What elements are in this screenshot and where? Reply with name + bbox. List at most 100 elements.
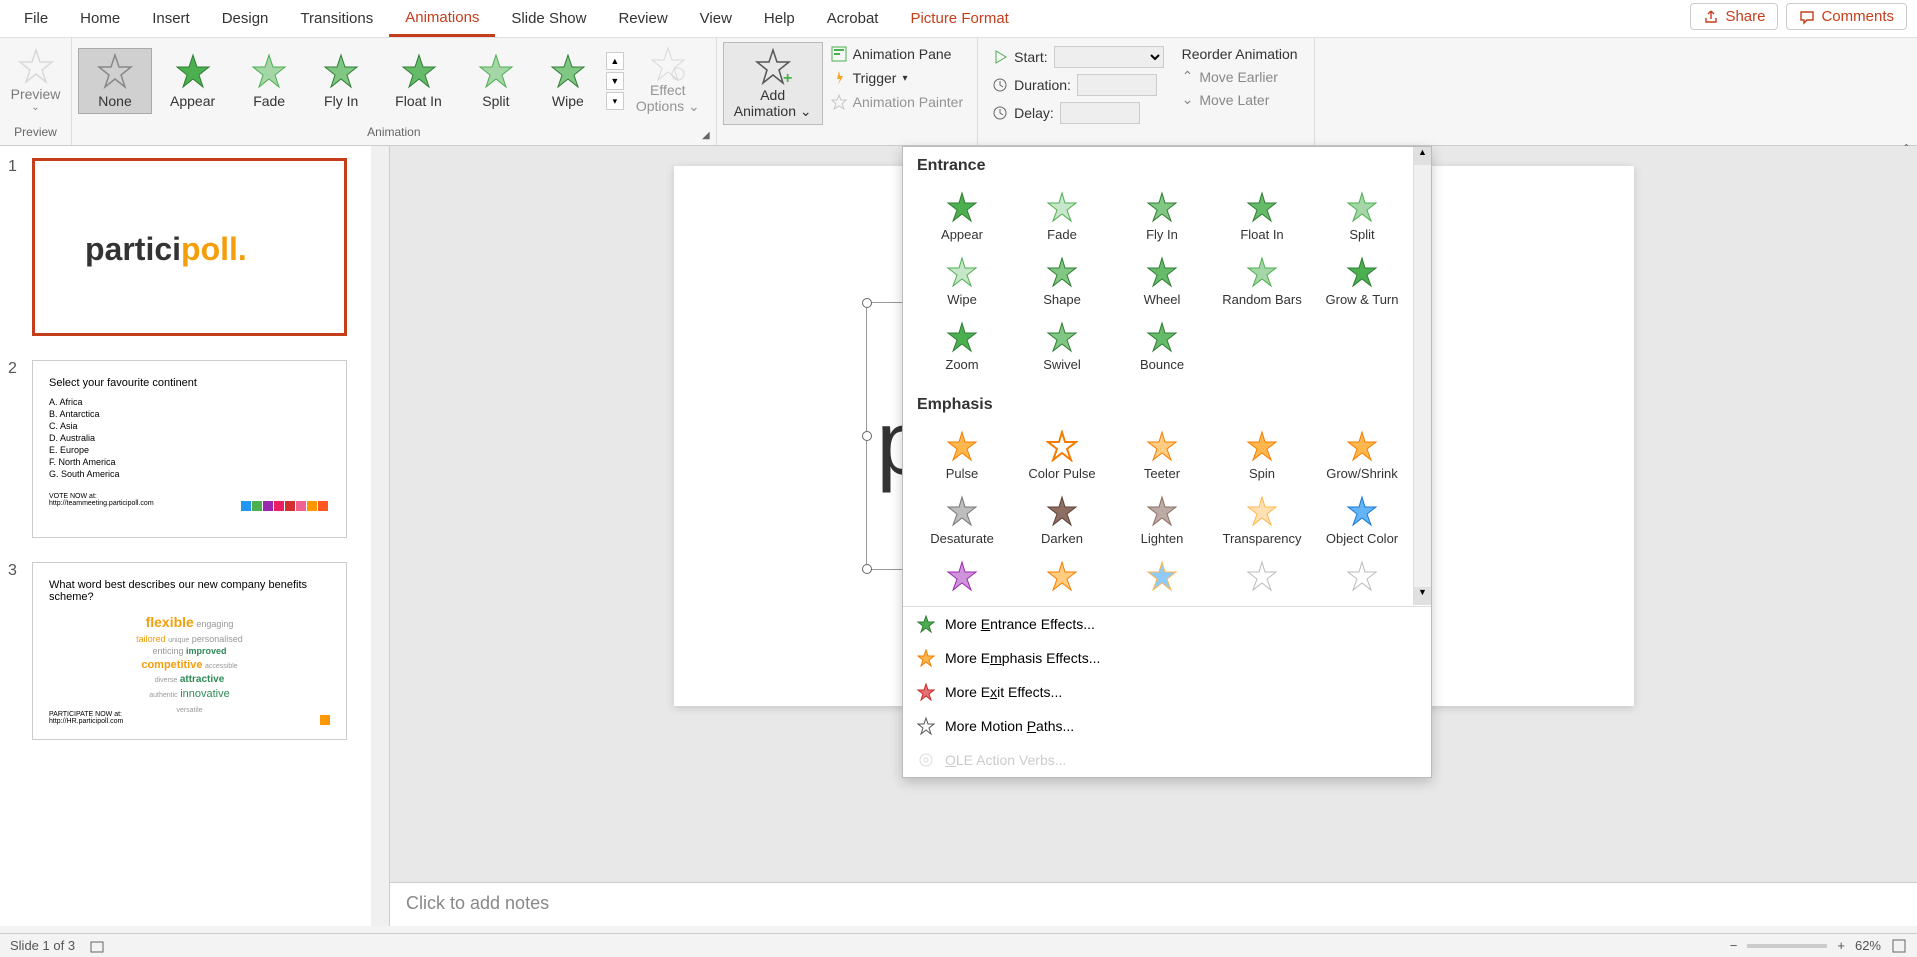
status-bar: Slide 1 of 3 − + 62% <box>0 933 1917 957</box>
tab-transitions[interactable]: Transitions <box>284 2 389 35</box>
ole-action-verbs: OLE Action Verbs... <box>903 743 1431 777</box>
emphasis-growshrink[interactable]: Grow/Shrink <box>1313 424 1411 487</box>
entrance-bounce[interactable]: Bounce <box>1113 315 1211 378</box>
slide-thumb-2[interactable]: 2 Select your favourite continent A. Afr… <box>0 348 389 550</box>
painter-icon <box>831 94 847 110</box>
start-select[interactable] <box>1054 46 1164 68</box>
entrance-wipe[interactable]: Wipe <box>913 250 1011 313</box>
group-label-preview: Preview <box>6 123 65 141</box>
zoom-level[interactable]: 62% <box>1855 938 1881 953</box>
emphasis-spin[interactable]: Spin <box>1213 424 1311 487</box>
animation-pane-button[interactable]: Animation Pane <box>831 46 964 62</box>
animation-appear[interactable]: Appear <box>152 49 233 113</box>
emphasis-row3-1[interactable] <box>913 554 1011 598</box>
tab-home[interactable]: Home <box>64 2 136 35</box>
move-later-button[interactable]: ⌄Move Later <box>1182 91 1298 108</box>
more-emphasis-effects[interactable]: More Emphasis Effects... <box>903 641 1431 675</box>
gallery-down-button[interactable]: ▼ <box>606 72 624 90</box>
emphasis-teeter[interactable]: Teeter <box>1113 424 1211 487</box>
resize-handle[interactable] <box>862 298 872 308</box>
entrance-growturn[interactable]: Grow & Turn <box>1313 250 1411 313</box>
entrance-section-title: Entrance <box>903 147 1431 181</box>
emphasis-row3-5[interactable] <box>1313 554 1411 598</box>
tab-file[interactable]: File <box>8 2 64 35</box>
emphasis-desaturate[interactable]: Desaturate <box>913 489 1011 552</box>
add-animation-button[interactable]: + Add Animation ⌄ <box>723 42 823 125</box>
svg-text:+: + <box>783 70 792 87</box>
emphasis-transparency[interactable]: Transparency <box>1213 489 1311 552</box>
trigger-icon <box>831 70 847 86</box>
delay-input[interactable] <box>1060 102 1140 124</box>
emphasis-row3-2[interactable] <box>1013 554 1111 598</box>
gallery-more-button[interactable]: ▾ <box>606 92 624 110</box>
entrance-wheel[interactable]: Wheel <box>1113 250 1211 313</box>
preview-button[interactable]: Preview ⌄ <box>6 42 65 117</box>
fit-icon[interactable] <box>1891 938 1907 954</box>
thumbnail-scrollbar[interactable] <box>371 146 389 926</box>
accessibility-icon[interactable] <box>89 938 105 954</box>
entrance-icon <box>917 615 935 633</box>
slide-thumb-1[interactable]: 1 participoll. <box>0 146 389 348</box>
more-entrance-effects[interactable]: More Entrance Effects... <box>903 607 1431 641</box>
animation-fade[interactable]: Fade <box>233 49 305 113</box>
tab-slideshow[interactable]: Slide Show <box>495 2 602 35</box>
tab-help[interactable]: Help <box>748 2 811 35</box>
tab-review[interactable]: Review <box>602 2 683 35</box>
tab-view[interactable]: View <box>684 2 748 35</box>
move-earlier-button[interactable]: ⌃Move Earlier <box>1182 68 1298 85</box>
slide-thumbnail-panel: 1 participoll. 2 Select your favourite c… <box>0 146 390 926</box>
entrance-appear[interactable]: Appear <box>913 185 1011 248</box>
tab-acrobat[interactable]: Acrobat <box>811 2 895 35</box>
notes-pane[interactable]: Click to add notes <box>390 882 1917 926</box>
emphasis-darken[interactable]: Darken <box>1013 489 1111 552</box>
comments-button[interactable]: Comments <box>1786 3 1907 30</box>
emphasis-row3-3[interactable] <box>1113 554 1211 598</box>
zoom-plus[interactable]: + <box>1837 938 1845 953</box>
animation-painter-button[interactable]: Animation Painter <box>831 94 964 110</box>
emphasis-icon <box>917 649 935 667</box>
scroll-up-button[interactable]: ▲ <box>1414 147 1431 165</box>
caret-up-icon: ⌃ <box>1182 68 1194 85</box>
entrance-shape[interactable]: Shape <box>1013 250 1111 313</box>
tab-insert[interactable]: Insert <box>136 2 206 35</box>
entrance-floatin[interactable]: Float In <box>1213 185 1311 248</box>
entrance-fade[interactable]: Fade <box>1013 185 1111 248</box>
emphasis-lighten[interactable]: Lighten <box>1113 489 1211 552</box>
add-animation-icon: + <box>753 47 793 87</box>
animation-split[interactable]: Split <box>460 49 532 113</box>
timing-delay: Delay: <box>992 102 1163 124</box>
tab-animations[interactable]: Animations <box>389 1 495 37</box>
zoom-minus[interactable]: − <box>1730 938 1738 953</box>
animation-floatin[interactable]: Float In <box>377 49 460 113</box>
tab-picture-format[interactable]: Picture Format <box>894 2 1024 35</box>
resize-handle[interactable] <box>862 564 872 574</box>
zoom-slider[interactable] <box>1747 944 1827 948</box>
caret-down-icon: ⌄ <box>1182 91 1194 108</box>
scroll-down-button[interactable]: ▼ <box>1414 587 1431 605</box>
animation-dialog-launcher[interactable]: ◢ <box>702 130 710 141</box>
entrance-flyin[interactable]: Fly In <box>1113 185 1211 248</box>
share-button[interactable]: Share <box>1690 3 1778 30</box>
effect-options-button[interactable]: Effect Options ⌄ <box>626 42 710 119</box>
animation-flyin[interactable]: Fly In <box>305 49 377 113</box>
trigger-button[interactable]: Trigger ▾ <box>831 70 964 86</box>
emphasis-row3-4[interactable] <box>1213 554 1311 598</box>
entrance-swivel[interactable]: Swivel <box>1013 315 1111 378</box>
gallery-up-button[interactable]: ▲ <box>606 52 624 70</box>
more-motion-paths[interactable]: More Motion Paths... <box>903 709 1431 743</box>
entrance-zoom[interactable]: Zoom <box>913 315 1011 378</box>
entrance-split[interactable]: Split <box>1313 185 1411 248</box>
dropdown-scrollbar[interactable]: ▲ ▼ <box>1413 147 1431 605</box>
resize-handle[interactable] <box>862 431 872 441</box>
comment-icon <box>1799 9 1815 25</box>
entrance-randombars[interactable]: Random Bars <box>1213 250 1311 313</box>
more-exit-effects[interactable]: More Exit Effects... <box>903 675 1431 709</box>
animation-none[interactable]: None <box>78 48 152 114</box>
tab-design[interactable]: Design <box>206 2 285 35</box>
animation-wipe[interactable]: Wipe <box>532 49 604 113</box>
emphasis-colorpulse[interactable]: Color Pulse <box>1013 424 1111 487</box>
slide-thumb-3[interactable]: 3 What word best describes our new compa… <box>0 550 389 752</box>
emphasis-objectcolor[interactable]: Object Color <box>1313 489 1411 552</box>
duration-input[interactable] <box>1077 74 1157 96</box>
emphasis-pulse[interactable]: Pulse <box>913 424 1011 487</box>
